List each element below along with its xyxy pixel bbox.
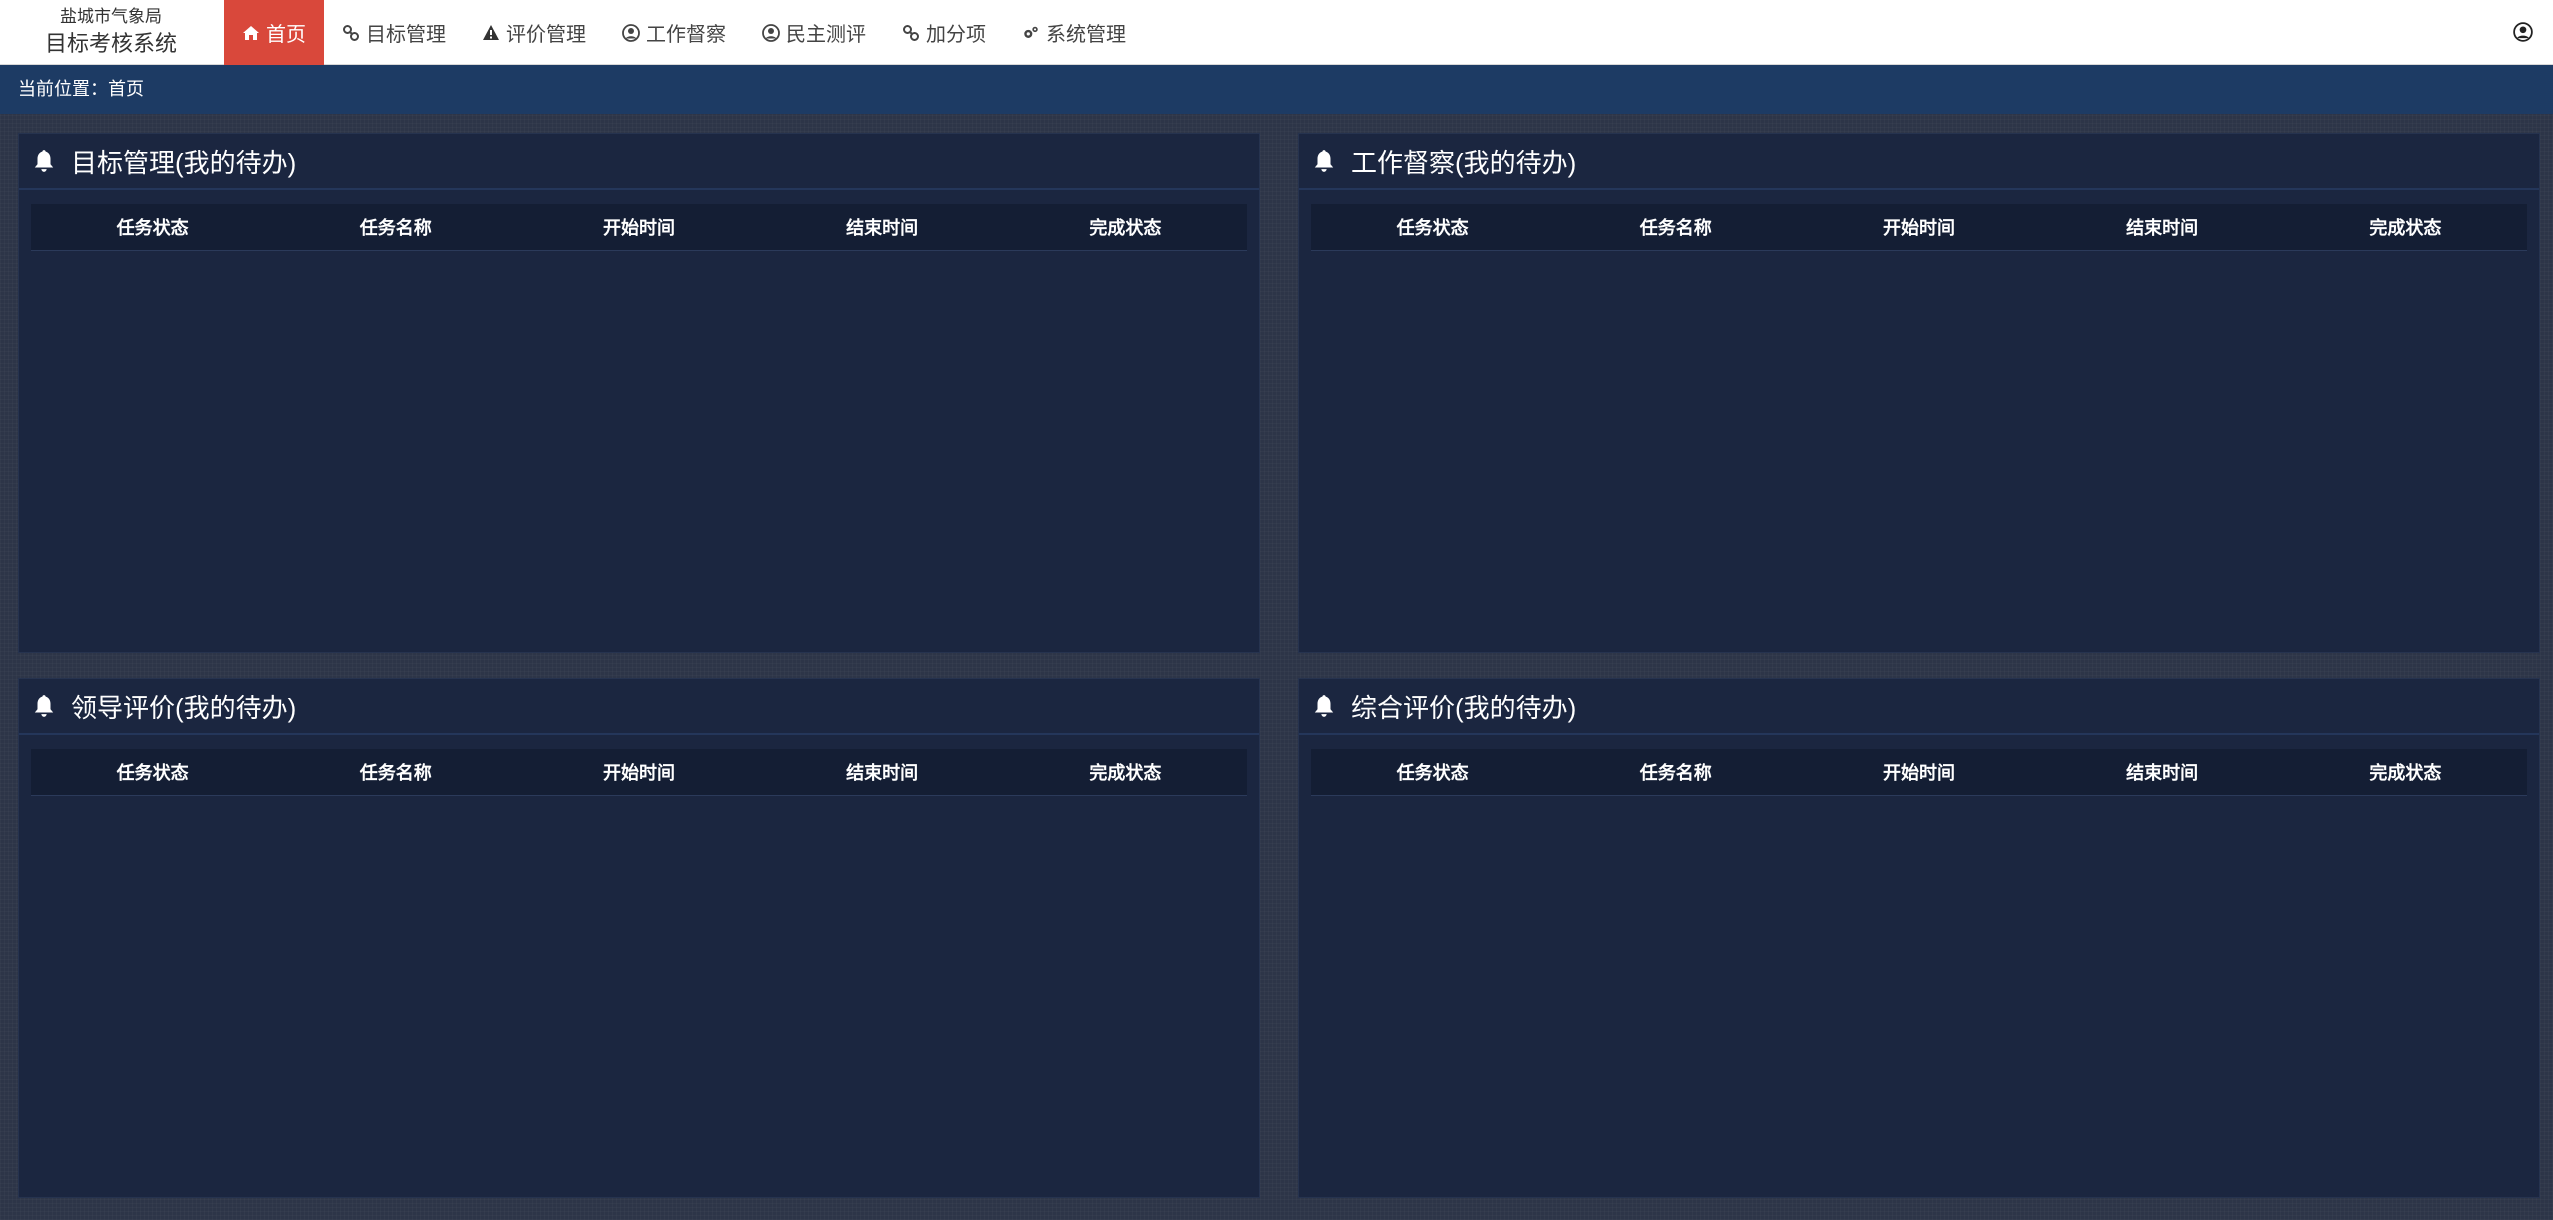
column-header-task-name[interactable]: 任务名称 bbox=[274, 759, 517, 785]
menu-item-label: 评价管理 bbox=[506, 24, 586, 46]
column-header-end-time[interactable]: 结束时间 bbox=[2041, 759, 2284, 785]
menu-item-democratic-evaluation[interactable]: 民主测评 bbox=[744, 0, 884, 65]
bell-icon bbox=[1314, 695, 1334, 717]
column-header-task-name[interactable]: 任务名称 bbox=[1554, 759, 1797, 785]
table-header-row: 任务状态 任务名称 开始时间 结束时间 完成状态 bbox=[31, 749, 1247, 796]
panel-work-supervision-todo: 工作督察(我的待办) 任务状态 任务名称 开始时间 结束时间 完成状态 bbox=[1298, 133, 2540, 653]
breadcrumb: 当前位置：首页 bbox=[0, 65, 2553, 114]
table-header-row: 任务状态 任务名称 开始时间 结束时间 完成状态 bbox=[31, 204, 1247, 251]
column-header-completion-status[interactable]: 完成状态 bbox=[2284, 214, 2527, 240]
table-header-row: 任务状态 任务名称 开始时间 结束时间 完成状态 bbox=[1311, 749, 2527, 796]
panel-header: 工作督察(我的待办) bbox=[1299, 134, 2539, 190]
column-header-completion-status[interactable]: 完成状态 bbox=[2284, 759, 2527, 785]
bell-icon bbox=[1314, 150, 1334, 172]
column-header-task-name[interactable]: 任务名称 bbox=[274, 214, 517, 240]
menu-item-evaluation-management[interactable]: 评价管理 bbox=[464, 0, 604, 65]
menu-item-label: 首页 bbox=[266, 24, 306, 46]
column-header-task-status[interactable]: 任务状态 bbox=[1311, 214, 1554, 240]
column-header-completion-status[interactable]: 完成状态 bbox=[1004, 214, 1247, 240]
panel-header: 领导评价(我的待办) bbox=[19, 679, 1259, 735]
menu-item-label: 民主测评 bbox=[786, 24, 866, 46]
panel-title: 综合评价(我的待办) bbox=[1351, 692, 1577, 723]
panel-comprehensive-evaluation-todo: 综合评价(我的待办) 任务状态 任务名称 开始时间 结束时间 完成状态 bbox=[1298, 678, 2540, 1198]
gears-icon bbox=[1022, 24, 1040, 42]
brand-org-name: 盐城市气象局 bbox=[60, 7, 162, 26]
column-header-task-name[interactable]: 任务名称 bbox=[1554, 214, 1797, 240]
panel-header: 目标管理(我的待办) bbox=[19, 134, 1259, 190]
menu-item-label: 工作督察 bbox=[646, 24, 726, 46]
column-header-task-status[interactable]: 任务状态 bbox=[31, 759, 274, 785]
column-header-start-time[interactable]: 开始时间 bbox=[517, 759, 760, 785]
column-header-completion-status[interactable]: 完成状态 bbox=[1004, 759, 1247, 785]
main-menu: 首页 目标管理 评价管理 工作督察 民主测评 加分项 系统管理 bbox=[224, 0, 1144, 65]
home-icon bbox=[242, 24, 260, 42]
panel-target-management-todo: 目标管理(我的待办) 任务状态 任务名称 开始时间 结束时间 完成状态 bbox=[18, 133, 1260, 653]
user-circle-icon bbox=[622, 23, 640, 42]
menu-item-label: 加分项 bbox=[926, 24, 986, 46]
bell-icon bbox=[34, 695, 54, 717]
link-icon bbox=[902, 24, 920, 42]
column-header-task-status[interactable]: 任务状态 bbox=[31, 214, 274, 240]
panel-header: 综合评价(我的待办) bbox=[1299, 679, 2539, 735]
user-account-icon[interactable] bbox=[2513, 22, 2533, 42]
warning-icon bbox=[482, 24, 500, 42]
panel-title: 目标管理(我的待办) bbox=[71, 147, 297, 178]
panel-leader-evaluation-todo: 领导评价(我的待办) 任务状态 任务名称 开始时间 结束时间 完成状态 bbox=[18, 678, 1260, 1198]
column-header-start-time[interactable]: 开始时间 bbox=[1797, 759, 2040, 785]
column-header-task-status[interactable]: 任务状态 bbox=[1311, 759, 1554, 785]
brand-system-name: 目标考核系统 bbox=[44, 31, 177, 56]
user-circle-icon bbox=[762, 23, 780, 42]
menu-item-target-management[interactable]: 目标管理 bbox=[324, 0, 464, 65]
column-header-end-time[interactable]: 结束时间 bbox=[2041, 214, 2284, 240]
panel-title: 领导评价(我的待办) bbox=[71, 692, 297, 723]
link-icon bbox=[342, 24, 360, 42]
brand: 盐城市气象局 目标考核系统 bbox=[0, 0, 222, 65]
column-header-start-time[interactable]: 开始时间 bbox=[1797, 214, 2040, 240]
table-header-row: 任务状态 任务名称 开始时间 结束时间 完成状态 bbox=[1311, 204, 2527, 251]
menu-item-system-management[interactable]: 系统管理 bbox=[1004, 0, 1144, 65]
column-header-end-time[interactable]: 结束时间 bbox=[761, 759, 1004, 785]
bell-icon bbox=[34, 150, 54, 172]
menu-item-label: 系统管理 bbox=[1046, 24, 1126, 46]
breadcrumb-text: 当前位置：首页 bbox=[18, 79, 144, 99]
menu-item-work-supervision[interactable]: 工作督察 bbox=[604, 0, 744, 65]
top-navbar: 盐城市气象局 目标考核系统 首页 目标管理 评价管理 工作督察 民主测评 加分项… bbox=[0, 0, 2553, 65]
menu-item-bonus-items[interactable]: 加分项 bbox=[884, 0, 1004, 65]
menu-item-label: 目标管理 bbox=[366, 24, 446, 46]
menu-item-home[interactable]: 首页 bbox=[224, 0, 324, 65]
panel-title: 工作督察(我的待办) bbox=[1351, 147, 1577, 178]
column-header-end-time[interactable]: 结束时间 bbox=[761, 214, 1004, 240]
column-header-start-time[interactable]: 开始时间 bbox=[517, 214, 760, 240]
